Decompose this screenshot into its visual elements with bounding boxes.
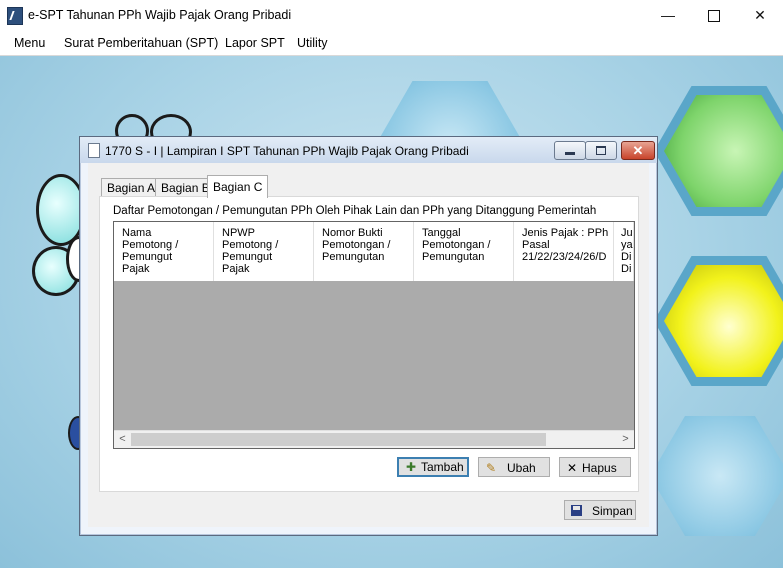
menu-bar: Menu Surat Pemberitahuan (SPT) Lapor SPT… [0,31,783,56]
add-icon: ✚ [405,460,417,474]
app-logo-icon [7,7,23,25]
menu-item-menu[interactable]: Menu [14,36,45,50]
app-title-bar: e-SPT Tahunan PPh Wajib Pajak Orang Prib… [0,0,783,31]
background-hexagon [650,416,783,536]
close-icon: ✕ [632,143,644,158]
dialog-title-bar[interactable]: 1770 S - I | Lampiran I SPT Tahunan PPh … [80,137,657,163]
menu-item-utility[interactable]: Utility [297,36,328,50]
hapus-label: Hapus [582,461,617,475]
scroll-right-icon[interactable]: > [617,431,634,448]
dialog-maximize-button[interactable] [585,141,617,160]
section-caption: Daftar Pemotongan / Pemungutan PPh Oleh … [113,205,597,217]
column-header-tanggal[interactable]: Tanggal Pemotongan / Pemungutan [414,222,514,281]
ubah-button[interactable]: ✎ Ubah [478,457,550,477]
app-title: e-SPT Tahunan PPh Wajib Pajak Orang Prib… [28,8,292,22]
tambah-button[interactable]: ✚ Tambah [397,457,469,477]
tab-panel-bagian-c: Daftar Pemotongan / Pemungutan PPh Oleh … [99,196,639,492]
menu-item-spt[interactable]: Surat Pemberitahuan (SPT) [64,36,218,50]
document-icon [88,143,100,158]
scroll-left-icon[interactable]: < [114,431,131,448]
menu-item-lapor-spt[interactable]: Lapor SPT [225,36,285,50]
column-header-nama[interactable]: Nama Pemotong / Pemungut Pajak [114,222,214,281]
simpan-label: Simpan [592,504,633,518]
tambah-label: Tambah [421,460,464,474]
hapus-button[interactable]: ✕ Hapus [559,457,631,477]
tab-bagian-c[interactable]: Bagian C [207,175,269,198]
scrollbar-thumb[interactable] [131,433,546,446]
edit-icon: ✎ [485,461,497,475]
table-header: Nama Pemotong / Pemungut Pajak NPWP Pemo… [114,222,634,281]
dialog-minimize-button[interactable] [554,141,586,160]
horizontal-scrollbar[interactable]: < > [114,430,634,448]
column-header-nomor-bukti[interactable]: Nomor Bukti Pemotongan / Pemungutan [314,222,414,281]
ubah-label: Ubah [507,461,536,475]
dialog-body: Bagian A Bagian B Bagian C Daftar Pemoto… [88,163,649,527]
column-header-npwp[interactable]: NPWP Pemotong / Pemungut Pajak [214,222,314,281]
column-header-jumlah[interactable]: Ju ya Di Di [614,222,634,281]
window-close-button[interactable]: ✕ [737,0,783,31]
window-maximize-button[interactable] [691,0,737,31]
dialog-close-button[interactable]: ✕ [621,141,655,160]
save-icon [571,505,582,516]
pemotongan-table[interactable]: Nama Pemotong / Pemungut Pajak NPWP Pemo… [113,221,635,449]
simpan-button[interactable]: Simpan [564,500,636,520]
tab-bagian-a[interactable]: Bagian A [101,178,162,197]
dialog-title: 1770 S - I | Lampiran I SPT Tahunan PPh … [105,144,469,158]
lampiran-dialog: 1770 S - I | Lampiran I SPT Tahunan PPh … [79,136,658,536]
delete-icon: ✕ [566,461,578,475]
window-minimize-button[interactable]: — [645,0,691,31]
column-header-jenis-pajak[interactable]: Jenis Pajak : PPh Pasal 21/22/23/24/26/D [514,222,614,281]
maximize-icon [708,10,720,23]
